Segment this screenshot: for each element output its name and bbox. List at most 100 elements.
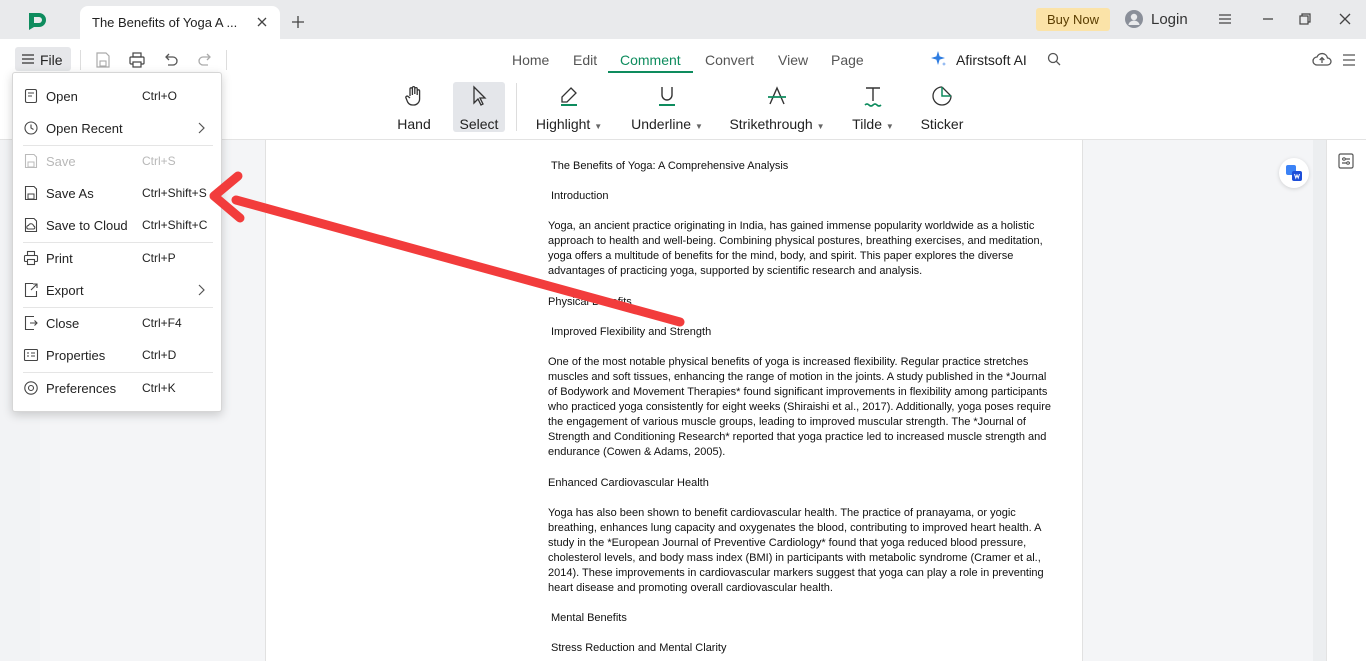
highlight-tool-button[interactable]: Highlight ▼ [532, 82, 606, 132]
ai-assistant-label[interactable]: Afirstsoft AI [956, 52, 1027, 68]
chevron-right-icon [198, 122, 205, 134]
file-menu-button[interactable]: File [15, 47, 71, 71]
tab-page[interactable]: Page [831, 52, 864, 68]
menu-item-save-as[interactable]: Save As Ctrl+Shift+S [13, 179, 223, 207]
menu-item-label: Open Recent [46, 121, 123, 136]
doc-heading-mental: Mental Benefits [551, 612, 627, 624]
properties-icon [23, 348, 39, 362]
hand-icon [405, 86, 421, 106]
menu-item-shortcut: Ctrl+Shift+S [142, 186, 207, 200]
doc-heading-cardio: Enhanced Cardiovascular Health [548, 477, 709, 489]
print-icon[interactable] [128, 51, 146, 69]
close-window-icon[interactable] [1337, 11, 1353, 27]
chevron-down-icon[interactable]: ▼ [817, 122, 825, 131]
chevron-down-icon[interactable]: ▼ [695, 122, 703, 131]
chevron-right-icon [198, 284, 205, 296]
select-label: Select [459, 116, 499, 132]
vertical-scrollbar[interactable] [1313, 140, 1326, 661]
menu-item-open[interactable]: Open Ctrl+O [13, 82, 223, 110]
menu-item-shortcut: Ctrl+K [142, 381, 176, 395]
plus-icon[interactable] [290, 14, 306, 30]
cloud-upload-icon[interactable] [1311, 50, 1333, 68]
file-label: File [40, 52, 63, 68]
menu-divider [23, 372, 213, 373]
menu-item-shortcut: Ctrl+O [142, 89, 178, 103]
underline-icon [659, 87, 675, 106]
undo-icon[interactable] [162, 51, 180, 69]
doc-paragraph-line: muscles and soft tissues, enhancing the … [548, 371, 1047, 383]
tilde-tool-button[interactable]: Tilde ▼ [850, 82, 896, 132]
user-avatar-icon[interactable] [1125, 10, 1143, 28]
buy-now-button[interactable]: Buy Now [1036, 8, 1110, 31]
properties-panel-icon[interactable] [1337, 152, 1355, 170]
doc-paragraph-line: of Bodywork and Movement Therapies* foun… [548, 386, 1048, 398]
restore-icon[interactable] [1297, 11, 1313, 27]
menu-item-label: Close [46, 316, 80, 331]
doc-title: The Benefits of Yoga: A Comprehensive An… [551, 160, 789, 172]
menu-icon [22, 54, 34, 64]
menu-item-save: Save Ctrl+S [13, 147, 223, 175]
sparkle-icon[interactable] [930, 50, 948, 68]
hand-label: Hand [397, 116, 431, 132]
hand-tool-button[interactable]: Hand [392, 82, 436, 132]
active-tab-indicator [608, 71, 693, 73]
separator [80, 50, 81, 70]
document-tab[interactable]: The Benefits of Yoga A ... [80, 6, 280, 39]
more-options-icon[interactable] [1340, 51, 1358, 69]
tab-home[interactable]: Home [512, 52, 549, 68]
menu-item-label: Preferences [46, 381, 117, 396]
menu-item-shortcut: Ctrl+D [142, 348, 177, 362]
underline-tool-button[interactable]: Underline ▼ [628, 82, 706, 132]
menu-item-shortcut: Ctrl+F4 [142, 316, 182, 330]
menu-divider [23, 145, 213, 146]
strikethrough-icon [768, 86, 786, 105]
doc-paragraph-line: who practiced yoga consistently for eigh… [548, 401, 1052, 413]
chevron-down-icon[interactable]: ▼ [886, 122, 894, 131]
save-icon[interactable] [94, 51, 112, 69]
sticker-tool-button[interactable]: Sticker [918, 82, 966, 132]
doc-heading-flexibility: Improved Flexibility and Strength [551, 326, 712, 338]
file-dropdown-menu: Open Ctrl+O Open Recent Save Ctrl+S Save… [12, 72, 222, 412]
open-file-icon [24, 88, 38, 104]
translate-icon[interactable] [1279, 158, 1309, 188]
select-tool-button[interactable]: Select [453, 82, 505, 132]
menu-item-properties[interactable]: Properties Ctrl+D [13, 341, 223, 369]
redo-icon[interactable] [196, 51, 214, 69]
doc-heading-physical: Physical Benefits [548, 296, 632, 308]
tab-comment[interactable]: Comment [620, 52, 681, 68]
close-icon[interactable] [254, 14, 270, 30]
separator [516, 83, 517, 131]
hamburger-menu-icon[interactable] [1217, 11, 1233, 27]
search-icon[interactable] [1046, 51, 1062, 67]
menu-item-close[interactable]: Close Ctrl+F4 [13, 309, 223, 337]
print-icon [23, 250, 39, 266]
tab-edit[interactable]: Edit [573, 52, 597, 68]
menu-item-print[interactable]: Print Ctrl+P [13, 244, 223, 272]
tab-convert[interactable]: Convert [705, 52, 754, 68]
menu-item-shortcut: Ctrl+S [142, 154, 176, 168]
tilde-label: Tilde [852, 116, 882, 132]
highlighter-icon [561, 87, 577, 106]
menu-item-export[interactable]: Export [13, 276, 223, 304]
title-bar: The Benefits of Yoga A ... Buy Now Login [0, 0, 1366, 39]
tilde-icon [864, 87, 882, 107]
tab-view[interactable]: View [778, 52, 808, 68]
strikethrough-label: Strikethrough [729, 116, 813, 132]
chevron-down-icon[interactable]: ▼ [594, 122, 602, 131]
minimize-icon[interactable] [1260, 11, 1276, 27]
login-link[interactable]: Login [1151, 11, 1188, 28]
menu-item-save-to-cloud[interactable]: Save to Cloud Ctrl+Shift+C [13, 211, 223, 239]
strikethrough-tool-button[interactable]: Strikethrough ▼ [726, 82, 828, 132]
underline-label: Underline [631, 116, 692, 132]
doc-paragraph-line: heart disease and promoting overall card… [548, 582, 833, 594]
menu-item-label: Properties [46, 348, 106, 363]
menu-item-open-recent[interactable]: Open Recent [13, 114, 223, 142]
save-as-icon [24, 185, 38, 201]
export-icon [24, 282, 38, 298]
doc-heading-stress: Stress Reduction and Mental Clarity [551, 642, 727, 654]
tab-title: The Benefits of Yoga A ... [92, 15, 238, 30]
doc-paragraph-line: Yoga has also been shown to benefit card… [548, 507, 1016, 519]
menu-item-label: Save to Cloud [46, 218, 128, 233]
menu-item-label: Save [46, 154, 76, 169]
menu-item-preferences[interactable]: Preferences Ctrl+K [13, 374, 223, 402]
